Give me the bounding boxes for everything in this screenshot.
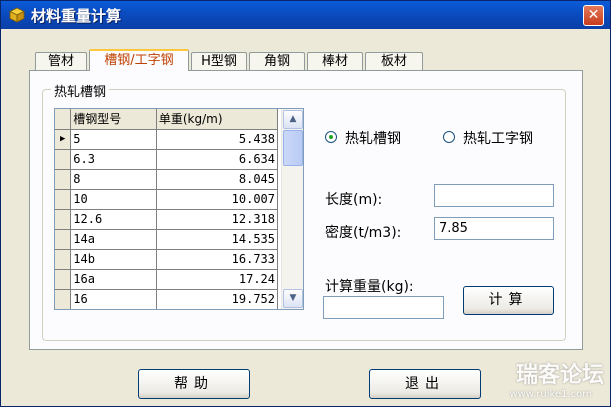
scroll-thumb[interactable] <box>283 130 303 166</box>
table-row[interactable]: 8 8.045 <box>55 169 279 190</box>
table-row[interactable]: ▶ 5 5.438 <box>55 129 279 150</box>
radio-label-ibeam: 热轧工字钢 <box>463 131 533 147</box>
radio-checked-icon <box>325 131 337 143</box>
density-label: 密度(t/m3): <box>325 225 402 241</box>
title-bar[interactable]: 材料重量计算 ✕ <box>1 1 610 29</box>
cell-unit-weight[interactable]: 8.045 <box>156 169 279 190</box>
tab-plate[interactable]: 板材 <box>365 52 423 71</box>
app-window: 材料重量计算 ✕ 管材 槽钢/工字钢 H型钢 角钢 棒材 板材 热轧槽钢 槽钢型… <box>0 0 611 407</box>
cell-model[interactable]: 10 <box>70 189 157 210</box>
tab-panel-channel: 热轧槽钢 槽钢型号 单重(kg/m) ▶ 5 5.438 6.3 6.634 8… <box>29 70 583 350</box>
length-label: 长度(m): <box>325 192 383 208</box>
cell-unit-weight[interactable]: 19.752 <box>156 289 279 309</box>
exit-button[interactable]: 退出 <box>369 369 481 399</box>
scroll-up-arrow-icon[interactable]: ▲ <box>283 110 303 129</box>
cell-model[interactable]: 14b <box>70 249 157 270</box>
density-input[interactable]: 7.85 <box>434 217 554 240</box>
table-scrollbar[interactable]: ▲ ▼ <box>281 109 303 309</box>
group-title: 热轧槽钢 <box>51 81 110 100</box>
tab-angle[interactable]: 角钢 <box>249 52 305 71</box>
cell-model[interactable]: 12.6 <box>70 209 157 230</box>
current-row-marker-icon: ▶ <box>55 129 72 150</box>
cell-unit-weight[interactable]: 16.733 <box>156 249 279 270</box>
tab-channel-ibeam[interactable]: 槽钢/工字钢 <box>89 49 189 71</box>
table-header-row: 槽钢型号 单重(kg/m) <box>55 109 279 130</box>
close-button[interactable]: ✕ <box>583 5 604 26</box>
table-row[interactable]: 6.3 6.634 <box>55 149 279 170</box>
radio-label-channel: 热轧槽钢 <box>345 131 401 147</box>
table-row[interactable]: 16a 17.24 <box>55 269 279 290</box>
watermark-url: www.ruike1.com <box>509 389 592 400</box>
app-cube-icon <box>9 7 25 23</box>
weight-label: 计算重量(kg): <box>325 279 414 295</box>
cell-model[interactable]: 6.3 <box>70 149 157 170</box>
scroll-down-arrow-icon[interactable]: ▼ <box>283 289 303 308</box>
cell-unit-weight[interactable]: 5.438 <box>156 129 279 150</box>
cell-model[interactable]: 16 <box>70 289 157 309</box>
cell-model[interactable]: 8 <box>70 169 157 190</box>
table-row[interactable]: 12.6 12.318 <box>55 209 279 230</box>
tab-bar[interactable]: 棒材 <box>307 52 363 71</box>
cell-unit-weight[interactable]: 17.24 <box>156 269 279 290</box>
calculate-button[interactable]: 计算 <box>463 286 554 315</box>
help-button[interactable]: 帮助 <box>138 369 250 399</box>
cell-unit-weight[interactable]: 14.535 <box>156 229 279 250</box>
length-input[interactable] <box>434 184 554 207</box>
table-row[interactable]: 10 10.007 <box>55 189 279 210</box>
group-hot-rolled: 热轧槽钢 槽钢型号 单重(kg/m) ▶ 5 5.438 6.3 6.634 8… <box>42 81 566 341</box>
cell-model[interactable]: 5 <box>70 129 157 150</box>
weight-output[interactable] <box>323 296 444 319</box>
table-row[interactable]: 14a 14.535 <box>55 229 279 250</box>
cell-unit-weight[interactable]: 12.318 <box>156 209 279 230</box>
column-header-unit-weight[interactable]: 单重(kg/m) <box>156 109 279 130</box>
column-header-model[interactable]: 槽钢型号 <box>70 109 157 130</box>
tab-pipe[interactable]: 管材 <box>35 52 87 71</box>
cell-model[interactable]: 16a <box>70 269 157 290</box>
cell-model[interactable]: 14a <box>70 229 157 250</box>
spec-table[interactable]: 槽钢型号 单重(kg/m) ▶ 5 5.438 6.3 6.634 8 8.04… <box>54 108 304 310</box>
cell-unit-weight[interactable]: 10.007 <box>156 189 279 210</box>
table-row[interactable]: 14b 16.733 <box>55 249 279 270</box>
tab-h-beam[interactable]: H型钢 <box>191 52 247 71</box>
cell-unit-weight[interactable]: 6.634 <box>156 149 279 170</box>
window-title: 材料重量计算 <box>31 7 122 25</box>
radio-unchecked-icon <box>443 131 455 143</box>
watermark-text: 瑞客论坛 <box>515 363 604 388</box>
table-row[interactable]: 16 19.752 <box>55 289 279 309</box>
